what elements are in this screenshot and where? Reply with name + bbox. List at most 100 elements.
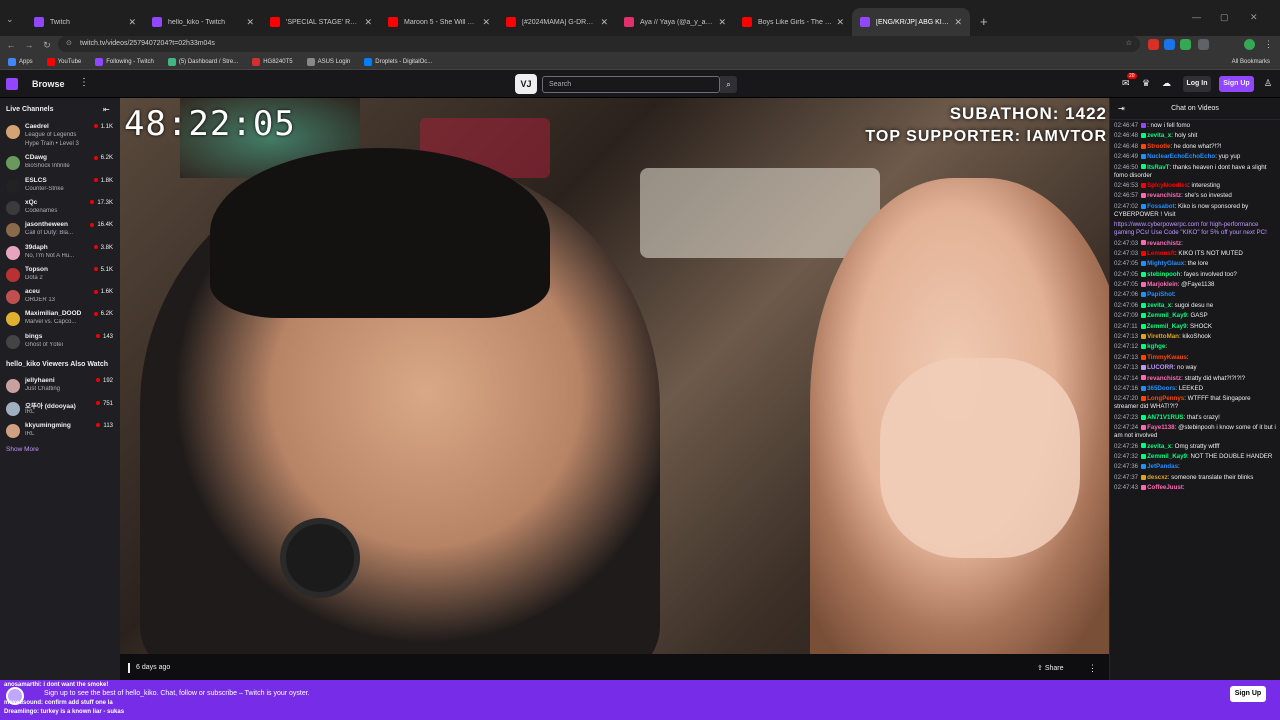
video-player[interactable]: 48:22:05 SUBATHON: 1422 TOP SUPPORTER: I…	[120, 98, 1109, 654]
login-button[interactable]: Log In	[1183, 76, 1211, 92]
chat-timestamp[interactable]: 02:47:23	[1114, 414, 1138, 421]
bookmark-item[interactable]: ASUS Login	[306, 57, 350, 66]
close-tab-icon[interactable]: ✕	[600, 17, 608, 28]
tab-search-icon[interactable]: ⌄	[6, 14, 14, 25]
close-tab-icon[interactable]: ✕	[954, 17, 962, 28]
sidebar-channel[interactable]: Maximilian_DOOD Marvel vs. Capco... 6.2K	[0, 309, 120, 331]
close-tab-icon[interactable]: ✕	[364, 17, 372, 28]
more-menu-icon[interactable]: ⋮	[79, 77, 89, 88]
profile-avatar[interactable]	[1244, 39, 1255, 50]
close-tab-icon[interactable]: ✕	[482, 17, 490, 28]
chat-username[interactable]: Zemmil_Kay9	[1147, 453, 1187, 460]
chat-timestamp[interactable]: 02:47:20	[1114, 395, 1138, 402]
sidebar-channel[interactable]: xQc Codenames 17.3K	[0, 198, 120, 220]
chat-username[interactable]: Lemonsft	[1147, 250, 1175, 257]
chat-timestamp[interactable]: 02:47:13	[1114, 354, 1138, 361]
chat-timestamp[interactable]: 02:47:32	[1114, 453, 1138, 460]
twitch-logo-icon[interactable]	[6, 78, 18, 90]
browser-menu-icon[interactable]: ⋮	[1264, 39, 1273, 50]
sidebar-channel[interactable]: Caedrel League of Legends 1.1K Hype Train…	[0, 122, 120, 147]
user-menu-icon[interactable]: ♙	[1264, 78, 1272, 89]
site-info-icon[interactable]: ⊙	[66, 36, 72, 52]
chat-username[interactable]: 365Doors	[1147, 385, 1175, 392]
browser-tab[interactable]: [ENG/KR/JP] ABG KIKO DAY - T ✕	[852, 8, 970, 36]
sidebar-channel[interactable]: CDawg BioShock Infinite 6.2K	[0, 153, 120, 175]
maximize-icon[interactable]: ▢	[1220, 12, 1229, 23]
bookmark-item[interactable]: HG8240T5	[252, 57, 293, 66]
chat-timestamp[interactable]: 02:46:57	[1114, 192, 1138, 199]
chat-timestamp[interactable]: 02:47:37	[1114, 474, 1138, 481]
browser-tab[interactable]: Maroon 5 - She Will Be Loved ✕	[380, 8, 498, 36]
banner-signup-button[interactable]: Sign Up	[1230, 686, 1266, 702]
sidebar-channel[interactable]: 오뚜아 (ddooyaa) IRL 751	[0, 399, 120, 421]
search-icon[interactable]: ⌕	[720, 76, 737, 93]
chat-username[interactable]: LongPennys	[1147, 395, 1184, 402]
chat-timestamp[interactable]: 02:46:48	[1114, 143, 1138, 150]
chat-timestamp[interactable]: 02:47:05	[1114, 271, 1138, 278]
expand-chat-icon[interactable]: ⇥	[1118, 98, 1125, 120]
channel-logo-icon[interactable]: VJ	[515, 74, 537, 94]
chat-timestamp[interactable]: 02:46:48	[1114, 132, 1138, 139]
signup-button[interactable]: Sign Up	[1219, 76, 1254, 92]
sidebar-channel[interactable]: ESLCS Counter-Strike 1.8K	[0, 176, 120, 198]
extension-icon[interactable]	[1164, 39, 1175, 50]
chat-username[interactable]: Zemmil_Kay9	[1147, 323, 1187, 330]
chat-link[interactable]: https://www.cyberpowerpc.com for high-pe…	[1114, 221, 1267, 236]
close-tab-icon[interactable]: ✕	[246, 17, 254, 28]
chat-username[interactable]: revanchistz	[1147, 240, 1181, 247]
chat-username[interactable]: zevita_x	[1147, 132, 1171, 139]
chat-username[interactable]: Fossabot	[1147, 203, 1175, 210]
reload-icon[interactable]: ↻	[38, 40, 56, 51]
back-icon[interactable]: ←	[2, 40, 20, 50]
chat-timestamp[interactable]: 02:47:36	[1114, 463, 1138, 470]
chat-username[interactable]: revanchistz	[1147, 192, 1181, 199]
chat-username[interactable]: AN71V1RUS	[1147, 414, 1183, 421]
bookmark-item[interactable]: YouTube	[46, 57, 81, 66]
chat-username[interactable]: Faye1138	[1147, 424, 1175, 431]
chat-timestamp[interactable]: 02:47:14	[1114, 375, 1138, 382]
chat-username[interactable]: MightyGlaux	[1147, 260, 1184, 267]
chat-timestamp[interactable]: 02:46:47	[1114, 122, 1138, 129]
chat-username[interactable]: TimmyKwaus	[1147, 354, 1187, 361]
chat-timestamp[interactable]: 02:47:05	[1114, 260, 1138, 267]
browser-tab[interactable]: Boys Like Girls - The Great Esca ✕	[734, 8, 852, 36]
browser-tab[interactable]: 'SPECIAL STAGE' RESCENE - Im ✕	[262, 8, 380, 36]
chat-username[interactable]: descxz	[1147, 474, 1168, 481]
chat-timestamp[interactable]: 02:47:02	[1114, 203, 1138, 210]
all-bookmarks-button[interactable]: All Bookmarks	[1232, 59, 1270, 65]
minimize-icon[interactable]: —	[1192, 12, 1201, 22]
browser-tab[interactable]: Twitch ✕	[26, 8, 144, 36]
chat-timestamp[interactable]: 02:47:24	[1114, 424, 1138, 431]
close-tab-icon[interactable]: ✕	[836, 17, 844, 28]
sidebar-channel[interactable]: kkyumingming IRL 113	[0, 421, 120, 443]
chat-timestamp[interactable]: 02:47:43	[1114, 484, 1138, 491]
browser-tab[interactable]: [#2024MAMA] G-DRAGON - U ✕	[498, 8, 616, 36]
chat-username[interactable]: PapiShot	[1147, 291, 1174, 298]
search-input[interactable]: Search	[542, 76, 720, 93]
chat-timestamp[interactable]: 02:47:05	[1114, 281, 1138, 288]
close-window-icon[interactable]: ✕	[1250, 12, 1258, 23]
close-tab-icon[interactable]: ✕	[718, 17, 726, 28]
bookmark-item[interactable]: Droplets - DigitalOc...	[364, 57, 432, 66]
chat-username[interactable]: ItsRavT	[1147, 164, 1169, 171]
notifications-icon[interactable]: ✉	[1122, 78, 1130, 89]
browser-tab[interactable]: Aya // Yaya (@a_y_a_n_o_) - In ✕	[616, 8, 734, 36]
chat-timestamp[interactable]: 02:47:11	[1114, 323, 1138, 330]
bookmark-star-icon[interactable]: ☆	[1126, 36, 1132, 52]
chat-username[interactable]: CoffeeJuust	[1147, 484, 1183, 491]
chat-username[interactable]: NuclearEchoEchoEcho	[1147, 153, 1215, 160]
sidebar-channel[interactable]: Topson Dota 2 5.1K	[0, 265, 120, 287]
chat-username[interactable]: zevita_x	[1147, 443, 1171, 450]
chat-timestamp[interactable]: 02:46:49	[1114, 153, 1138, 160]
chat-username[interactable]: SplcyNoodles	[1147, 182, 1188, 189]
url-field[interactable]: ⊙ twitch.tv/videos/2579407204?t=02h33m04…	[58, 36, 1140, 52]
sidebar-channel[interactable]: aceu ORDER 13 1.6K	[0, 287, 120, 309]
chat-timestamp[interactable]: 02:46:53	[1114, 182, 1138, 189]
chat-timestamp[interactable]: 02:47:06	[1114, 291, 1138, 298]
cloud-icon[interactable]: ☁	[1162, 78, 1171, 89]
bookmark-item[interactable]: (5) Dashboard / Stre...	[167, 57, 238, 66]
sidebar-channel[interactable]: bings Ghost of Yōtei 143	[0, 332, 120, 354]
chat-username[interactable]: Marjoklein	[1147, 281, 1178, 288]
sidebar-channel[interactable]: 39daph No, I'm Not A Hu... 3.8K	[0, 243, 120, 265]
close-tab-icon[interactable]: ✕	[128, 17, 136, 28]
